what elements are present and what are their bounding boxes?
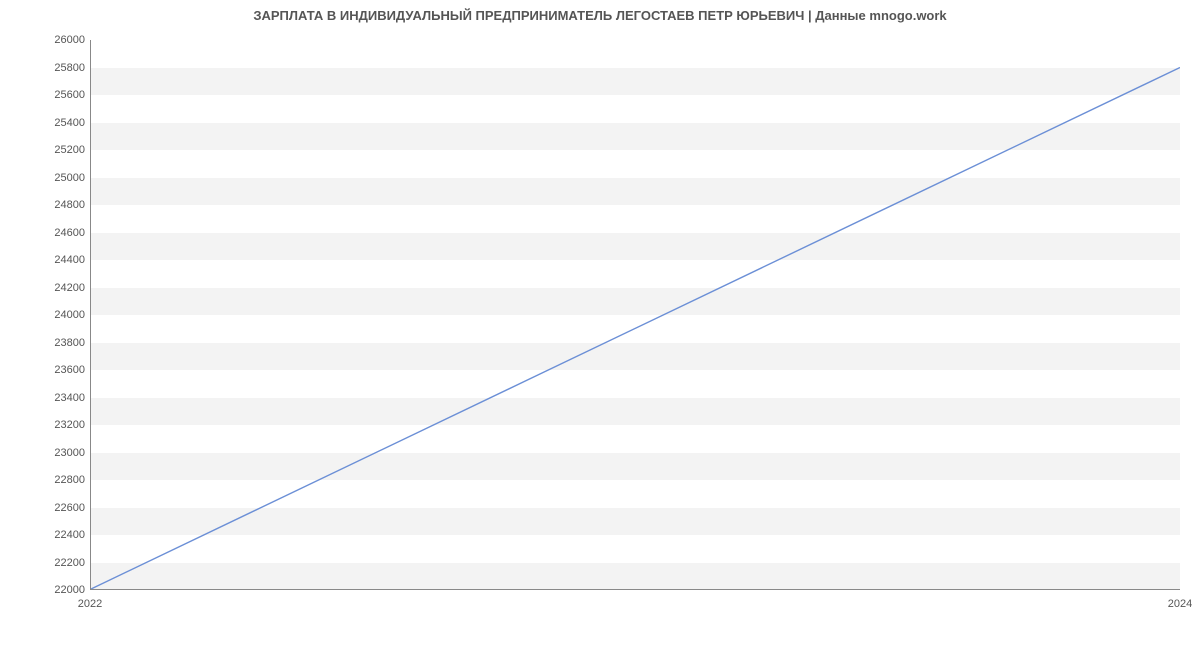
y-tick-label: 22600: [5, 502, 85, 514]
y-tick-label: 24600: [5, 227, 85, 239]
y-tick-label: 23200: [5, 419, 85, 431]
y-tick-label: 26000: [5, 34, 85, 46]
y-tick-label: 23000: [5, 447, 85, 459]
chart-title: ЗАРПЛАТА В ИНДИВИДУАЛЬНЫЙ ПРЕДПРИНИМАТЕЛ…: [0, 8, 1200, 23]
y-tick-label: 25800: [5, 62, 85, 74]
y-tick-label: 22400: [5, 529, 85, 541]
y-tick-label: 24400: [5, 254, 85, 266]
y-tick-label: 23600: [5, 364, 85, 376]
y-tick-label: 25200: [5, 144, 85, 156]
y-tick-label: 22800: [5, 474, 85, 486]
y-tick-label: 24800: [5, 199, 85, 211]
y-tick-label: 24000: [5, 309, 85, 321]
y-tick-label: 23400: [5, 392, 85, 404]
y-tick-label: 25600: [5, 89, 85, 101]
y-tick-label: 22000: [5, 584, 85, 596]
y-tick-label: 25400: [5, 117, 85, 129]
y-tick-label: 25000: [5, 172, 85, 184]
plot-area: [90, 40, 1180, 590]
salary-line-chart: ЗАРПЛАТА В ИНДИВИДУАЛЬНЫЙ ПРЕДПРИНИМАТЕЛ…: [0, 0, 1200, 650]
x-tick-label: 2024: [1168, 598, 1192, 610]
y-tick-label: 22200: [5, 557, 85, 569]
y-tick-label: 23800: [5, 337, 85, 349]
data-line: [91, 40, 1180, 589]
x-tick-label: 2022: [78, 598, 102, 610]
y-tick-label: 24200: [5, 282, 85, 294]
